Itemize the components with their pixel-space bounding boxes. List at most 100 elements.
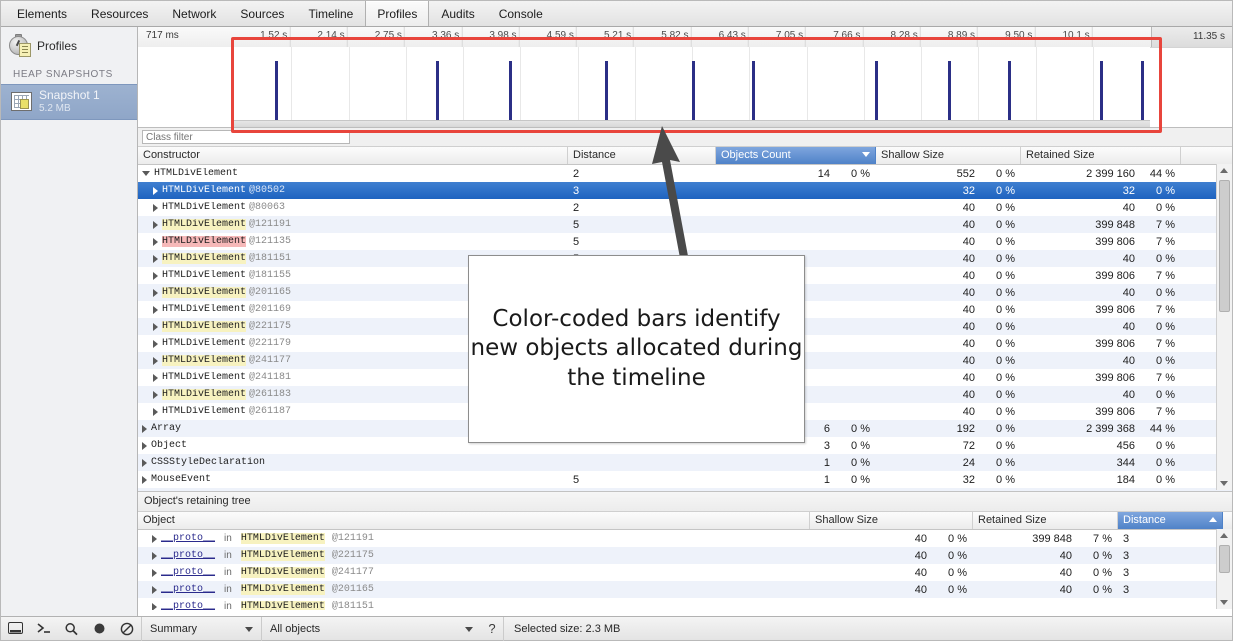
timeline-allocation-bar[interactable] (436, 61, 439, 123)
table-row[interactable]: __proto__inHTMLDivElement@221175400 %400… (138, 547, 1232, 564)
triangle-expanded-icon[interactable] (142, 171, 150, 176)
column-header-distance[interactable]: Distance (568, 147, 716, 164)
scroll-down-arrow-icon[interactable] (1220, 600, 1228, 605)
retaining-tree-scrollbar[interactable] (1216, 529, 1232, 609)
triangle-collapsed-icon[interactable] (153, 391, 158, 399)
triangle-collapsed-icon[interactable] (153, 306, 158, 314)
tab-network[interactable]: Network (160, 1, 228, 26)
scroll-up-arrow-icon[interactable] (1220, 533, 1228, 538)
tab-profiles[interactable]: Profiles (365, 1, 429, 26)
triangle-collapsed-icon[interactable] (142, 459, 147, 467)
table-row[interactable]: HTMLDivElement2140 %5520 %2 399 16044 % (138, 165, 1232, 182)
triangle-collapsed-icon[interactable] (152, 569, 157, 577)
table-row[interactable]: HTMLDivElement@1211355400 %399 8067 % (138, 233, 1232, 250)
table-row[interactable]: HTMLDivElement@1211915400 %399 8487 % (138, 216, 1232, 233)
triangle-collapsed-icon[interactable] (152, 603, 157, 611)
timeline-allocation-bar[interactable] (275, 61, 278, 123)
tab-audits[interactable]: Audits (429, 1, 486, 26)
property-name[interactable]: __proto__ (161, 533, 215, 544)
timeline-allocation-bar[interactable] (605, 61, 608, 123)
table-row[interactable]: HTMLDivElement@805023320 %320 % (138, 182, 1232, 199)
triangle-collapsed-icon[interactable] (152, 552, 157, 560)
cell-shallow-size: 320 % (876, 491, 1021, 492)
property-name[interactable]: __proto__ (161, 601, 215, 610)
column-header-retained-size[interactable]: Retained Size (1021, 147, 1181, 164)
scrollbar-thumb[interactable] (1219, 545, 1230, 573)
column-header-objects-count[interactable]: Objects Count (716, 147, 876, 164)
constructors-scrollbar[interactable] (1216, 164, 1232, 490)
column-header-object[interactable]: Object (138, 512, 810, 529)
object-filter-select[interactable]: All objects (261, 617, 481, 641)
tab-timeline[interactable]: Timeline (296, 1, 365, 26)
view-select[interactable]: Summary (141, 617, 261, 641)
sidebar-item-snapshot-1[interactable]: Snapshot 1 5.2 MB (1, 84, 137, 120)
timeline-bars-area[interactable] (233, 47, 1150, 127)
triangle-collapsed-icon[interactable] (142, 442, 147, 450)
timeline-allocation-bar[interactable] (948, 61, 951, 123)
triangle-collapsed-icon[interactable] (153, 272, 158, 280)
property-name[interactable]: __proto__ (161, 584, 215, 595)
class-filter-input[interactable] (142, 130, 350, 144)
allocation-timeline[interactable]: 717 ms 1.52 s2.14 s2.75 s3.36 s3.98 s4.5… (138, 27, 1232, 128)
triangle-collapsed-icon[interactable] (153, 289, 158, 297)
help-button[interactable]: ? (481, 621, 503, 636)
property-name[interactable]: __proto__ (161, 550, 215, 561)
cell-retained-size: 399 8487 % (973, 533, 1118, 545)
timeline-allocation-bar[interactable] (1100, 61, 1103, 123)
timeline-allocation-bar[interactable] (752, 61, 755, 123)
timeline-allocation-bar[interactable] (875, 61, 878, 123)
scroll-up-arrow-icon[interactable] (1220, 168, 1228, 173)
timeline-allocation-bar[interactable] (692, 61, 695, 123)
tab-console[interactable]: Console (487, 1, 555, 26)
cell-retained-size: 400 % (1021, 355, 1181, 367)
timeline-allocation-bar[interactable] (1008, 61, 1011, 123)
triangle-collapsed-icon[interactable] (153, 187, 158, 195)
triangle-collapsed-icon[interactable] (152, 586, 157, 594)
timeline-gridline (635, 47, 636, 127)
table-row[interactable]: CSSStyleDeclaration10 %240 %3440 % (138, 454, 1232, 471)
scroll-down-arrow-icon[interactable] (1220, 481, 1228, 486)
timeline-allocation-bar[interactable] (509, 61, 512, 123)
distance-value: 5 (573, 219, 579, 231)
cell-retained-size: 399 8067 % (1021, 338, 1181, 350)
property-name[interactable]: __proto__ (161, 567, 215, 578)
table-row[interactable]: __proto__inHTMLDivElement@201165400 %400… (138, 581, 1232, 598)
object-id: @261187 (249, 406, 291, 417)
timeline-allocation-bar[interactable] (1141, 61, 1144, 123)
cell-shallow-size: 400 % (876, 304, 1021, 316)
dock-window-icon[interactable] (1, 617, 29, 641)
table-row[interactable]: __proto__inHTMLDivElement@181151 (138, 598, 1232, 610)
triangle-collapsed-icon[interactable] (153, 374, 158, 382)
triangle-collapsed-icon[interactable] (142, 476, 147, 484)
triangle-collapsed-icon[interactable] (153, 255, 158, 263)
record-icon[interactable] (85, 617, 113, 641)
triangle-collapsed-icon[interactable] (142, 425, 147, 433)
triangle-collapsed-icon[interactable] (153, 357, 158, 365)
triangle-collapsed-icon[interactable] (153, 238, 158, 246)
console-drawer-icon[interactable] (29, 617, 57, 641)
scrollbar-thumb[interactable] (1219, 180, 1230, 312)
table-row[interactable]: __proto__inHTMLDivElement@241177400 %400… (138, 564, 1232, 581)
column-header-retained-size[interactable]: Retained Size (973, 512, 1118, 529)
column-header-label: Objects Count (721, 149, 791, 161)
triangle-collapsed-icon[interactable] (153, 221, 158, 229)
triangle-collapsed-icon[interactable] (153, 204, 158, 212)
column-header-shallow-size[interactable]: Shallow Size (876, 147, 1021, 164)
clear-icon[interactable] (113, 617, 141, 641)
column-header-distance[interactable]: Distance (1118, 512, 1223, 529)
tab-sources[interactable]: Sources (228, 1, 296, 26)
table-row[interactable]: UIEvent510 %320 %1840 % (138, 488, 1232, 491)
tab-elements[interactable]: Elements (5, 1, 79, 26)
sidebar-item-profiles[interactable]: Profiles (1, 27, 137, 63)
triangle-collapsed-icon[interactable] (153, 340, 158, 348)
tab-resources[interactable]: Resources (79, 1, 160, 26)
triangle-collapsed-icon[interactable] (152, 535, 157, 543)
table-row[interactable]: HTMLDivElement@800632400 %400 % (138, 199, 1232, 216)
triangle-collapsed-icon[interactable] (153, 408, 158, 416)
column-header-shallow-size[interactable]: Shallow Size (810, 512, 973, 529)
search-icon[interactable] (57, 617, 85, 641)
column-header-constructor[interactable]: Constructor (138, 147, 568, 164)
table-row[interactable]: __proto__inHTMLDivElement@121191400 %399… (138, 530, 1232, 547)
table-row[interactable]: MouseEvent510 %320 %1840 % (138, 471, 1232, 488)
triangle-collapsed-icon[interactable] (153, 323, 158, 331)
